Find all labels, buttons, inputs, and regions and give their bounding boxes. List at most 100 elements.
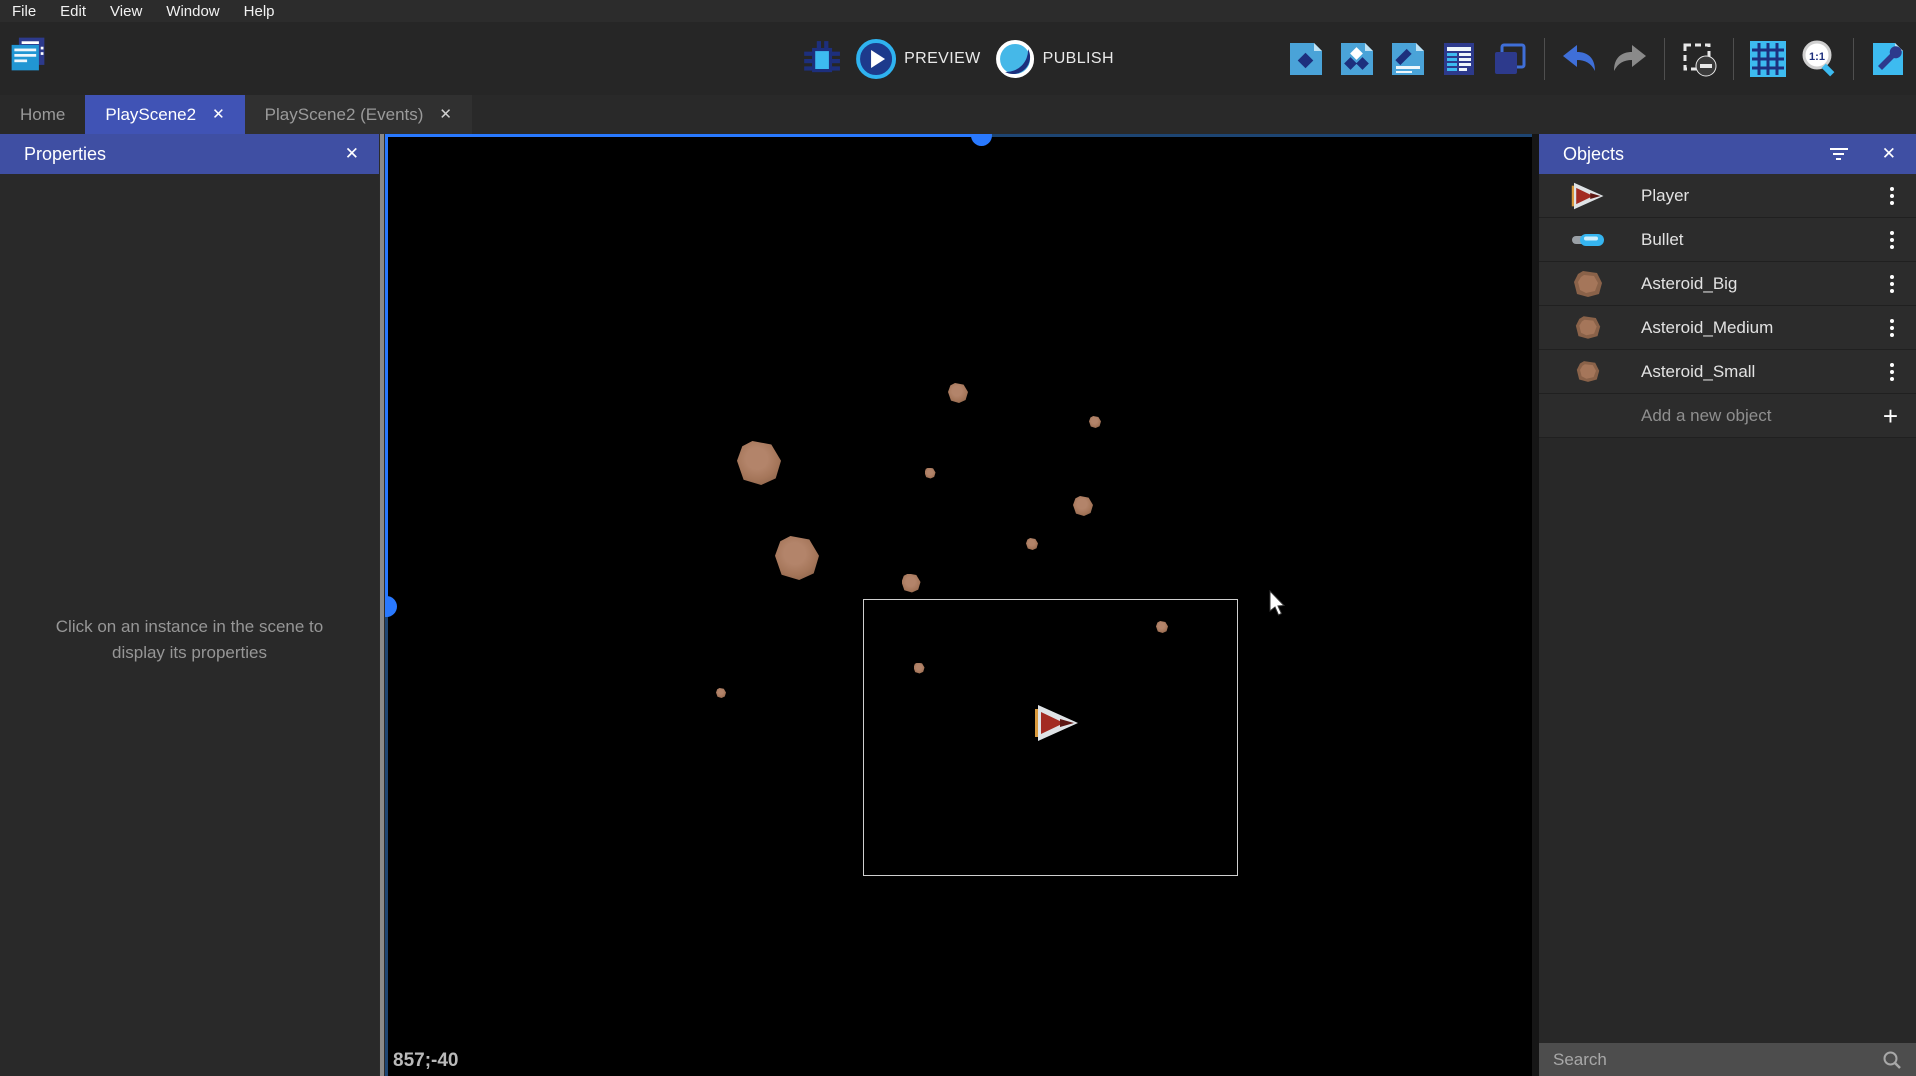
cursor-coordinates: 857;-40 (393, 1050, 459, 1072)
tab-label: PlayScene2 (105, 105, 196, 125)
close-icon[interactable]: ✕ (1882, 144, 1896, 164)
scene-window-left-border (385, 134, 388, 606)
undo-icon (1559, 39, 1599, 79)
grid-button[interactable] (1748, 39, 1788, 79)
close-icon[interactable]: ✕ (345, 144, 359, 164)
toolbar-divider (1544, 38, 1545, 80)
properties-empty-message: Click on an instance in the scene to dis… (0, 614, 379, 666)
debug-icon (802, 39, 842, 79)
menu-help[interactable]: Help (232, 3, 287, 20)
close-icon[interactable]: ✕ (439, 107, 452, 122)
object-row-player[interactable]: Player (1539, 174, 1916, 218)
preview-label: PREVIEW (904, 50, 981, 68)
play-icon (856, 39, 896, 79)
object-row-bullet[interactable]: Bullet (1539, 218, 1916, 262)
object-name: Bullet (1641, 230, 1886, 250)
asteroid-instance[interactable] (948, 383, 968, 403)
plus-icon: + (1883, 403, 1898, 429)
objects-panel-filler (1539, 438, 1916, 1043)
mouse-cursor-icon (1269, 590, 1291, 616)
asteroid-instance[interactable] (775, 536, 819, 580)
debugger-tools-button[interactable] (1868, 39, 1908, 79)
object-name: Asteroid_Medium (1641, 318, 1886, 338)
objects-editor-button[interactable] (1337, 39, 1377, 79)
zoom-1-1-button[interactable]: 1:1 (1799, 39, 1839, 79)
properties-editor-icon (1388, 39, 1428, 79)
filter-icon[interactable] (1830, 148, 1848, 160)
add-object-button[interactable]: Add a new object + (1539, 394, 1916, 438)
asteroid-instance[interactable] (1089, 416, 1101, 428)
tab-playscene2-events[interactable]: PlayScene2 (Events) ✕ (245, 95, 472, 134)
bullet-icon (1569, 225, 1607, 255)
object-menu-icon[interactable] (1886, 227, 1898, 253)
publish-label: PUBLISH (1043, 50, 1114, 68)
toolbar-divider (1853, 38, 1854, 80)
scene-window-top-handle[interactable] (971, 134, 992, 146)
object-menu-icon[interactable] (1886, 315, 1898, 341)
zoom-1-1-icon: 1:1 (1799, 39, 1839, 79)
preview-button[interactable]: PREVIEW (856, 39, 981, 79)
asteroid-icon (1569, 357, 1607, 387)
tab-home[interactable]: Home (0, 95, 85, 134)
toolbar-divider (1664, 38, 1665, 80)
project-manager-button[interactable] (8, 34, 48, 74)
asteroid-instance[interactable] (737, 441, 781, 485)
properties-panel-body: Click on an instance in the scene to dis… (0, 174, 379, 1076)
instances-list-button[interactable] (1439, 39, 1479, 79)
object-name: Player (1641, 186, 1886, 206)
toolbar-divider (1733, 38, 1734, 80)
object-menu-icon[interactable] (1886, 183, 1898, 209)
search-input[interactable] (1553, 1050, 1882, 1070)
object-row-asteroid-medium[interactable]: Asteroid_Medium (1539, 306, 1916, 350)
scene-canvas[interactable]: 857;-40 (385, 134, 1532, 1076)
scene-properties-icon (1286, 39, 1326, 79)
player-ship-instance[interactable] (1033, 704, 1081, 742)
add-object-label: Add a new object (1641, 406, 1883, 426)
objects-panel-title: Objects (1563, 144, 1624, 165)
object-row-asteroid-big[interactable]: Asteroid_Big (1539, 262, 1916, 306)
objects-search-bar (1539, 1043, 1916, 1076)
close-icon[interactable]: ✕ (212, 107, 225, 122)
deselect-window-icon (1679, 39, 1719, 79)
undo-button[interactable] (1559, 39, 1599, 79)
deselect-window-button[interactable] (1679, 39, 1719, 79)
scene-window-left-border-dim (385, 606, 388, 1076)
asteroid-instance[interactable] (1073, 496, 1093, 516)
object-row-asteroid-small[interactable]: Asteroid_Small (1539, 350, 1916, 394)
instances-list-icon (1439, 39, 1479, 79)
layers-icon (1490, 39, 1530, 79)
tab-playscene2[interactable]: PlayScene2 ✕ (85, 95, 244, 134)
properties-panel: Properties ✕ Click on an instance in the… (0, 134, 379, 1076)
objects-panel: Objects ✕ Player (1539, 134, 1916, 1076)
grid-icon (1748, 39, 1788, 79)
menu-window[interactable]: Window (154, 3, 231, 20)
properties-panel-title: Properties (24, 144, 106, 165)
object-menu-icon[interactable] (1886, 271, 1898, 297)
redo-button[interactable] (1610, 39, 1650, 79)
debug-button[interactable] (802, 39, 842, 79)
publish-globe-icon (995, 39, 1035, 79)
scene-window-top-border (385, 134, 981, 137)
asteroid-instance[interactable] (716, 688, 726, 698)
scene-window-top-border-dim (981, 134, 1532, 137)
properties-panel-header: Properties ✕ (0, 134, 379, 174)
menu-edit[interactable]: Edit (48, 3, 98, 20)
properties-editor-button[interactable] (1388, 39, 1428, 79)
asteroid-instance[interactable] (1026, 538, 1038, 550)
tab-bar: Home PlayScene2 ✕ PlayScene2 (Events) ✕ (0, 95, 1916, 134)
search-icon (1882, 1050, 1902, 1070)
layers-button[interactable] (1490, 39, 1530, 79)
asteroid-icon (1569, 313, 1607, 343)
project-manager-icon (8, 34, 48, 74)
scene-window-left-handle[interactable] (385, 596, 397, 617)
asteroid-instance[interactable] (925, 468, 936, 479)
publish-button[interactable]: PUBLISH (995, 39, 1114, 79)
player-ship-icon (1569, 181, 1607, 211)
object-menu-icon[interactable] (1886, 359, 1898, 385)
asteroid-instance[interactable] (902, 574, 921, 593)
debugger-tools-icon (1868, 39, 1908, 79)
scene-properties-button[interactable] (1286, 39, 1326, 79)
object-name: Asteroid_Big (1641, 274, 1886, 294)
menu-view[interactable]: View (98, 3, 154, 20)
menu-file[interactable]: File (8, 3, 48, 20)
